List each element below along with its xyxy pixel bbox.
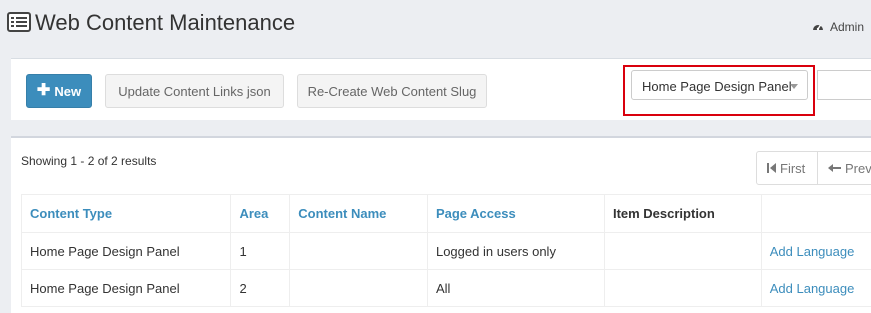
- user-label: Admin: [830, 20, 865, 34]
- content-type-select-value: Home Page Design Panel: [642, 79, 792, 94]
- cell-content-name: [289, 232, 428, 270]
- cell-item-description: [603, 269, 762, 307]
- results-summary: Showing 1 - 2 of 2 results: [21, 154, 157, 168]
- plus-icon: ✚: [36, 82, 51, 99]
- cell-content-name: [289, 269, 428, 307]
- column-header-area[interactable]: Area: [230, 194, 291, 233]
- cell-action: Add Language: [760, 232, 871, 270]
- column-header-item-description: Item Description: [603, 194, 762, 233]
- cell-content-type: Home Page Design Panel: [20, 269, 232, 307]
- cell-content-type: Home Page Design Panel: [20, 232, 232, 270]
- dashboard-gauge-icon: [813, 24, 823, 31]
- cell-area: 1: [230, 232, 291, 270]
- column-header-content-type[interactable]: Content Type: [20, 194, 232, 233]
- update-content-links-button[interactable]: Update Content Links json: [105, 74, 284, 108]
- caret-down-icon: [790, 84, 798, 89]
- pager-prev-button[interactable]: Prev: [818, 151, 871, 185]
- list-icon: [7, 12, 31, 32]
- table-row: Home Page Design Panel 2 All Add Languag…: [20, 269, 871, 307]
- new-button-label: New: [54, 83, 82, 99]
- cell-action: Add Language: [760, 269, 871, 307]
- page-title: Web Content Maintenance: [35, 10, 296, 35]
- pagination: First Prev: [756, 151, 871, 185]
- column-header-actions: [760, 194, 871, 233]
- content-table: Content Type Area Content Name Page Acce…: [20, 194, 871, 307]
- cell-page-access: Logged in users only: [426, 232, 605, 270]
- cell-item-description: [603, 232, 762, 270]
- content-type-select[interactable]: Home Page Design Panel: [631, 70, 808, 100]
- toolbar: ✚ New Update Content Links json Re-Creat…: [11, 58, 871, 120]
- add-language-link[interactable]: Add Language: [770, 244, 855, 259]
- arrow-left-icon: [828, 164, 841, 172]
- table-row: Home Page Design Panel 1 Logged in users…: [20, 232, 871, 270]
- cell-page-access: All: [426, 269, 605, 307]
- pager-first-label: First: [780, 160, 806, 176]
- pager-prev-label: Prev: [845, 160, 871, 176]
- pager-first-button[interactable]: First: [756, 151, 818, 185]
- add-language-link[interactable]: Add Language: [770, 281, 855, 296]
- recreate-slug-button[interactable]: Re-Create Web Content Slug: [297, 74, 487, 108]
- cell-area: 2: [230, 269, 291, 307]
- filter-input[interactable]: [817, 70, 871, 100]
- user-menu[interactable]: Admin: [812, 20, 864, 34]
- step-backward-icon: [767, 163, 776, 173]
- column-header-content-name[interactable]: Content Name: [289, 194, 428, 233]
- table-header-row: Content Type Area Content Name Page Acce…: [20, 194, 871, 233]
- title-bar: Web Content Maintenance Admin: [0, 0, 871, 56]
- new-button[interactable]: ✚ New: [26, 74, 92, 108]
- results-panel: Showing 1 - 2 of 2 results First Prev Co…: [11, 136, 871, 313]
- column-header-page-access[interactable]: Page Access: [426, 194, 605, 233]
